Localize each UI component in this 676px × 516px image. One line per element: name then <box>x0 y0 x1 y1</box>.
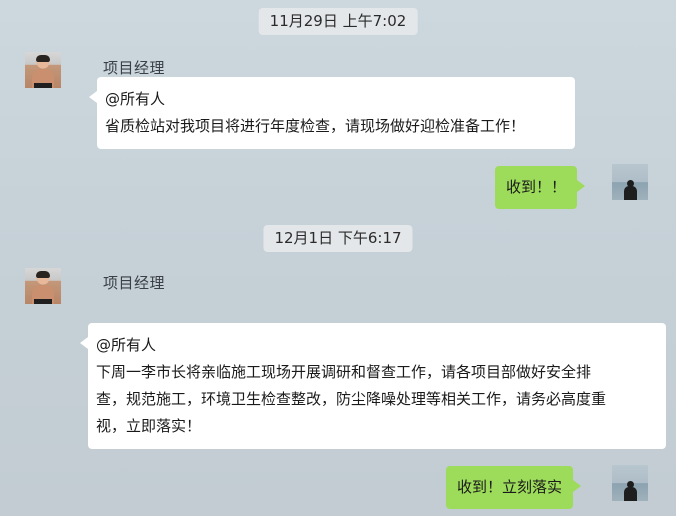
message-bubble-incoming[interactable]: @所有人 下周一李市长将亲临施工现场开展调研和督查工作，请各项目部做好安全排 查… <box>80 323 666 449</box>
sender-avatar[interactable] <box>25 52 61 88</box>
sender-name: 项目经理 <box>103 59 166 77</box>
mention-text: @所有人 <box>105 90 166 108</box>
message-bubble-outgoing[interactable]: 收到！立刻落实 <box>446 466 582 509</box>
reply-text: 收到！！ <box>506 178 567 196</box>
message-text: 省质检站对我项目将进行年度检查，请现场做好迎检准备工作！ <box>105 117 526 135</box>
self-avatar[interactable] <box>612 164 648 200</box>
message-text: 下周一李市长将亲临施工现场开展调研和督查工作，请各项目部做好安全排 <box>96 363 592 381</box>
sender-avatar[interactable] <box>25 268 61 304</box>
timestamp: 11月29日 上午7:02 <box>258 8 418 35</box>
message-bubble-outgoing[interactable]: 收到！！ <box>495 166 586 209</box>
self-avatar[interactable] <box>612 465 648 501</box>
mention-text: @所有人 <box>96 336 157 354</box>
timestamp: 12月1日 下午6:17 <box>263 225 413 252</box>
message-text: 视，立即落实！ <box>96 417 202 435</box>
message-text: 查，规范施工，环境卫生检查整改，防尘降噪处理等相关工作，请务必高度重 <box>96 390 607 408</box>
reply-text: 收到！立刻落实 <box>457 478 563 496</box>
sender-name: 项目经理 <box>103 274 166 292</box>
message-bubble-incoming[interactable]: @所有人 省质检站对我项目将进行年度检查，请现场做好迎检准备工作！ <box>89 77 575 149</box>
